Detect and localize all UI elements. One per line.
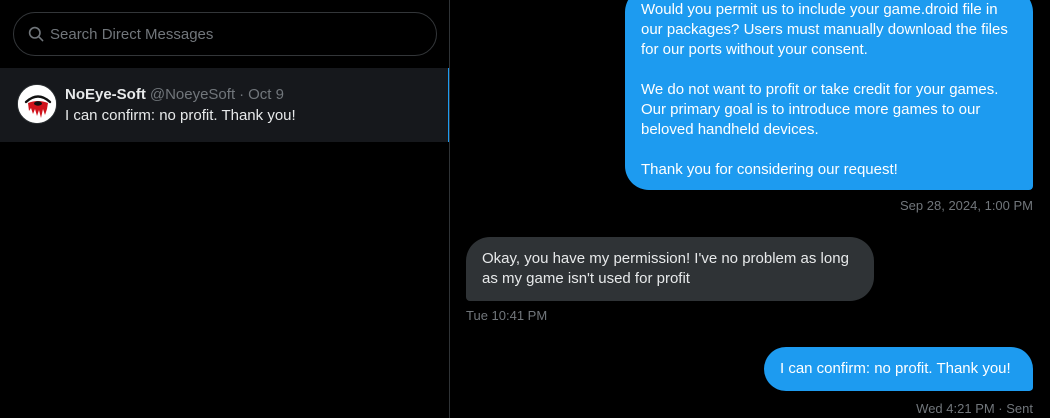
message-bubble-incoming[interactable]: Okay, you have my permission! I've no pr… — [466, 237, 874, 301]
message-bubble-outgoing[interactable]: I can confirm: no profit. Thank you! — [764, 347, 1033, 391]
search-icon — [28, 26, 44, 42]
message-paragraph: Would you permit us to include your game… — [641, 1, 1008, 58]
conversation-separator: · — [239, 86, 245, 103]
panel-divider — [449, 0, 450, 418]
conversation-preview: I can confirm: no profit. Thank you! — [65, 107, 296, 124]
bleeding-eye-icon — [18, 85, 56, 123]
message-timestamp: Tue 10:41 PM — [466, 308, 548, 323]
conversation-handle: @NoeyeSoft — [149, 86, 236, 103]
conversation-date: Oct 9 — [248, 86, 284, 103]
search-box[interactable] — [13, 12, 437, 56]
message-bubble-outgoing[interactable]: Would you permit us to include your game… — [625, 0, 1033, 190]
message-paragraph: Thank you for considering our request! — [641, 161, 898, 178]
conversation-item[interactable] — [0, 68, 450, 142]
message-status: Wed 4:21 PM · Sent — [916, 401, 1033, 416]
message-paragraph: We do not want to profit or take credit … — [641, 81, 999, 138]
conversation-list-panel: NoEye-Soft @NoeyeSoft · Oct 9 I can conf… — [0, 0, 450, 418]
conversation-name: NoEye-Soft — [65, 86, 146, 103]
message-timestamp: Sep 28, 2024, 1:00 PM — [900, 198, 1033, 213]
avatar[interactable] — [17, 84, 57, 124]
conversation-header: NoEye-Soft @NoeyeSoft · Oct 9 — [65, 86, 284, 104]
dm-app: NoEye-Soft @NoeyeSoft · Oct 9 I can conf… — [0, 0, 1050, 418]
message-text: Okay, you have my permission! I've no pr… — [482, 250, 849, 287]
search-input[interactable] — [50, 13, 436, 55]
message-text: I can confirm: no profit. Thank you! — [780, 360, 1011, 377]
